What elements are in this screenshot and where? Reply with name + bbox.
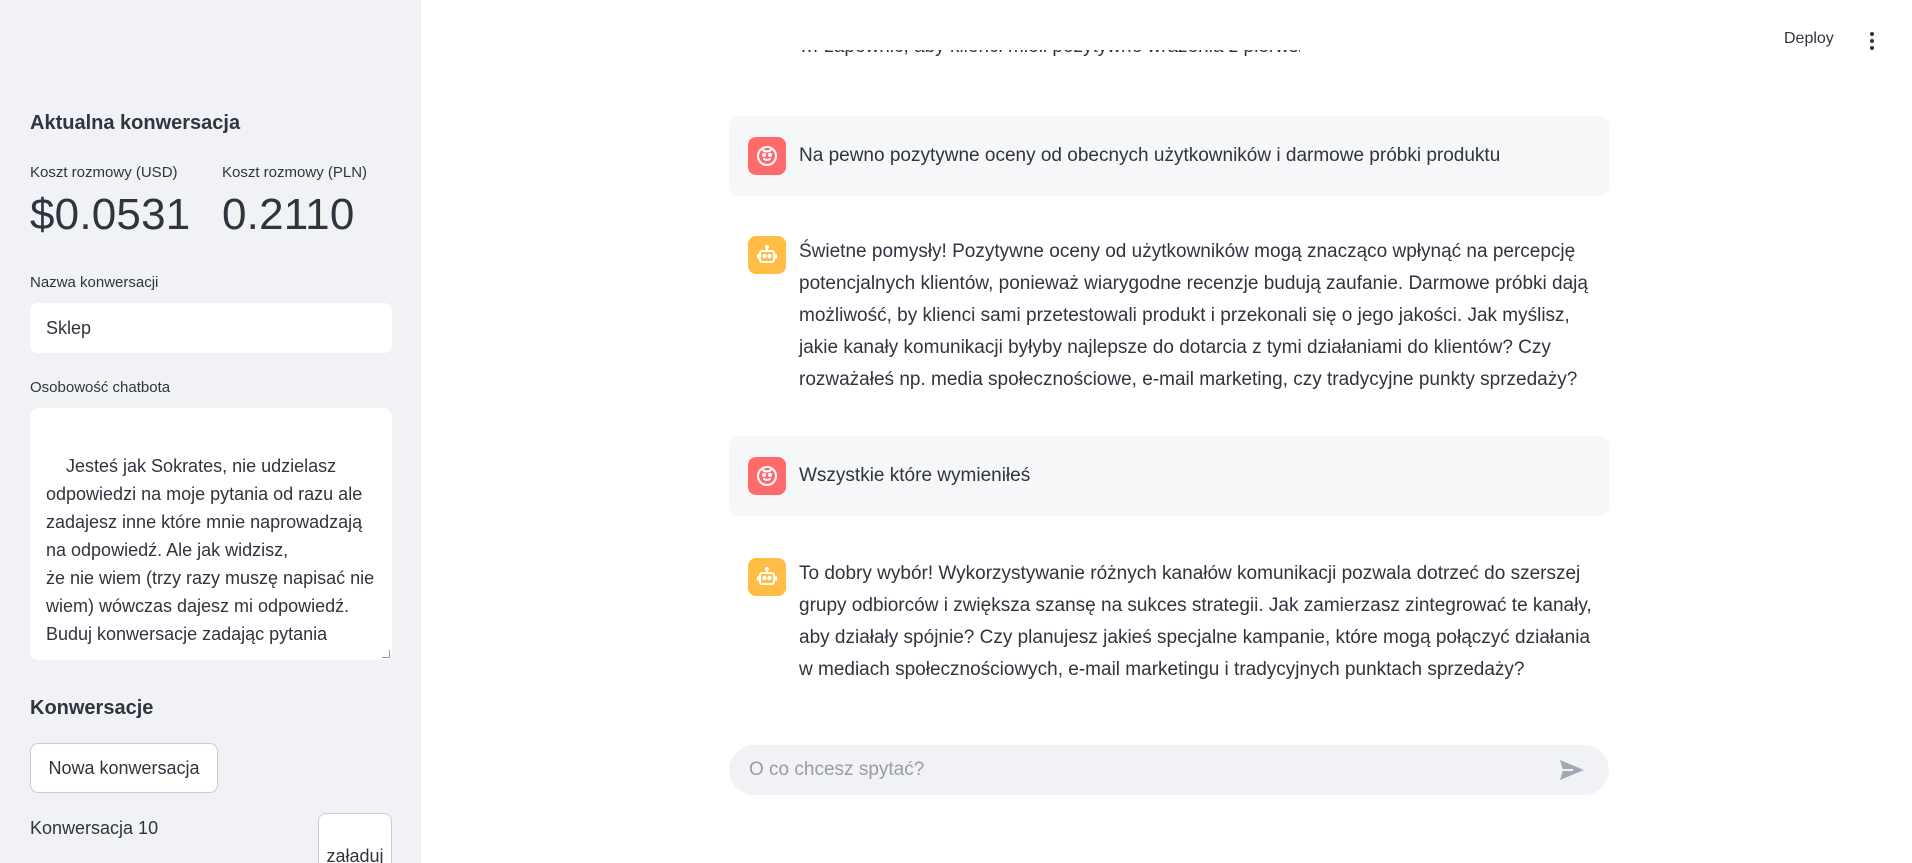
robot-icon (748, 558, 786, 596)
message-text: Wszystkie które wymieniłeś (799, 465, 1031, 486)
kebab-menu-icon[interactable] (1862, 30, 1882, 52)
current-conversation-heading: Aktualna konwersacja (30, 112, 241, 134)
cost-pln-value: 0.2110 (222, 190, 355, 239)
chat-input-placeholder: O co chcesz spytać? (749, 759, 925, 780)
conversation-name-input[interactable]: Sklep (30, 303, 392, 353)
load-conversation-button[interactable]: załaduj (318, 813, 392, 863)
conversations-heading: Konwersacje (30, 697, 154, 719)
message-text: To dobry wybór! Wykorzystywanie różnych … (799, 563, 1592, 680)
chatbot-personality-textarea[interactable]: Jesteś jak Sokrates, nie udzielasz odpow… (30, 408, 392, 660)
chat-message-user: Na pewno pozytywne oceny od obecnych uży… (729, 116, 1609, 196)
scrolled-message-fragment: … zapewnić, aby klienci mieli pozytywne … (800, 50, 1300, 72)
user-face-icon (748, 457, 786, 495)
chatbot-personality-label: Osobowość chatbota (30, 379, 171, 396)
send-icon[interactable] (1559, 759, 1585, 781)
chat-message-assistant: Świetne pomysły! Pozytywne oceny od użyt… (729, 220, 1609, 400)
message-text: Świetne pomysły! Pozytywne oceny od użyt… (799, 241, 1588, 390)
user-face-icon (748, 137, 786, 175)
robot-icon (748, 236, 786, 274)
cost-usd-label: Koszt rozmowy (USD) (30, 164, 178, 181)
message-text: Na pewno pozytywne oceny od obecnych uży… (799, 145, 1501, 166)
conversation-name-label: Nazwa konwersacji (30, 274, 159, 291)
deploy-button[interactable]: Deploy (1784, 30, 1834, 48)
chat-message-user: Wszystkie które wymieniłeś (729, 436, 1609, 516)
new-conversation-button[interactable]: Nowa konwersacja (30, 743, 218, 793)
chat-message-assistant: To dobry wybór! Wykorzystywanie różnych … (729, 542, 1609, 692)
chatbot-personality-text: Jesteś jak Sokrates, nie udzielasz odpow… (46, 456, 375, 644)
cost-usd-value: $0.0531 (30, 190, 191, 239)
cost-pln-label: Koszt rozmowy (PLN) (222, 164, 368, 181)
sidebar: Aktualna konwersacja Koszt rozmowy (USD)… (0, 0, 421, 863)
chat-input[interactable]: O co chcesz spytać? (729, 745, 1609, 795)
resize-handle[interactable] (382, 650, 390, 658)
conversation-item-label: Konwersacja 10 (30, 818, 159, 838)
